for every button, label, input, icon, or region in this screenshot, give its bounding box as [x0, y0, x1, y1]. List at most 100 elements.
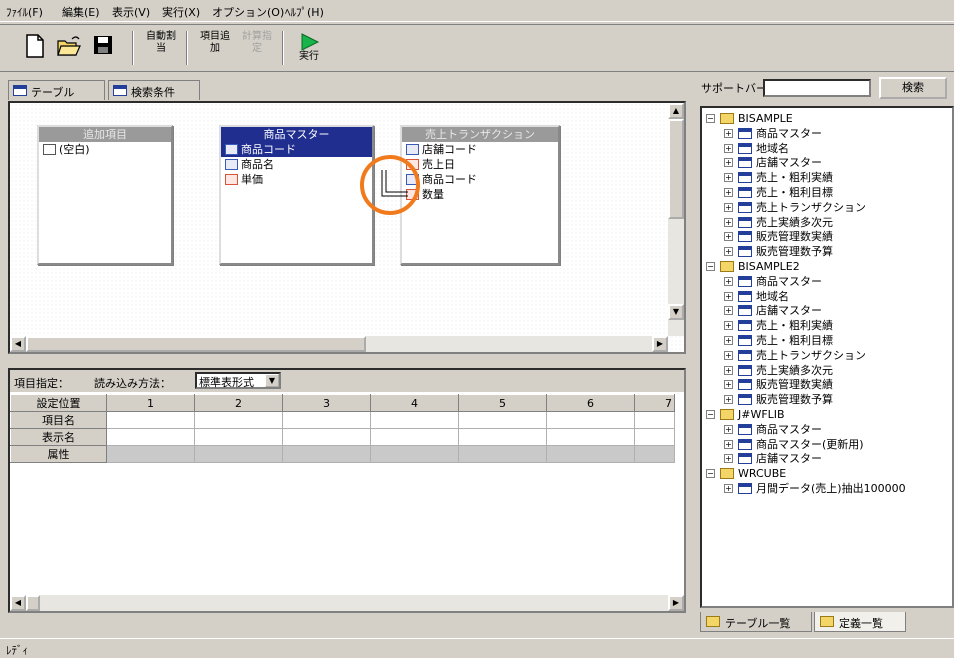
menu-edit[interactable]: 編集(E)	[62, 4, 100, 20]
tab-definition-list[interactable]: 定義一覧	[814, 612, 906, 632]
grid-cell[interactable]	[282, 428, 371, 446]
table-box-additional-items[interactable]: 追加項目 (空白)	[37, 125, 173, 265]
scroll-thumb[interactable]	[26, 595, 40, 611]
scroll-up-button[interactable]: ▲	[668, 103, 684, 119]
collapse-icon[interactable]: −	[706, 410, 715, 419]
scroll-thumb[interactable]	[26, 336, 366, 352]
tree-node-label: 売上・粗利目標	[756, 334, 833, 347]
column-header[interactable]: 1	[106, 394, 195, 412]
open-button[interactable]	[50, 31, 88, 67]
grid-horizontal-scrollbar[interactable]: ◀ ▶	[10, 595, 684, 611]
expand-icon[interactable]: +	[724, 321, 733, 331]
tab-table[interactable]: テーブル	[8, 80, 105, 100]
grid-cell[interactable]	[634, 445, 675, 463]
table-tree[interactable]: − BISAMPLE + 商品マスター + 地域名 + 店舗マスター + 売上・粗利実績 + 売上・粗…	[700, 106, 954, 608]
grid-cell[interactable]	[194, 411, 283, 429]
scroll-down-button[interactable]: ▼	[668, 304, 684, 320]
expand-icon[interactable]: +	[724, 173, 733, 183]
tab-table-list[interactable]: テーブル一覧	[700, 612, 812, 632]
table-field[interactable]: (空白)	[39, 142, 171, 157]
menu-options[interactable]: オプション(O)	[212, 4, 284, 20]
expand-icon[interactable]: +	[724, 202, 733, 212]
expand-icon[interactable]: +	[724, 232, 733, 242]
support-search-button[interactable]: 検索	[879, 77, 947, 99]
run-button[interactable]: 実行	[290, 31, 328, 67]
grid-cell[interactable]	[546, 428, 635, 446]
table-box-title: 追加項目	[39, 127, 171, 142]
collapse-icon[interactable]: −	[706, 262, 715, 271]
field-name: 店舗コード	[422, 143, 477, 156]
table-designer-canvas[interactable]: 追加項目 (空白) 商品マスター 商品コード 商品名 単価 売上トランザクション…	[8, 101, 686, 354]
grid-cell[interactable]	[634, 428, 675, 446]
menu-help[interactable]: ﾍﾙﾌﾟ(H)	[285, 4, 324, 20]
grid-cell[interactable]	[370, 428, 459, 446]
expand-icon[interactable]: +	[724, 336, 733, 345]
expand-icon[interactable]: +	[724, 395, 733, 405]
grid-cell[interactable]	[458, 445, 547, 463]
grid-cell[interactable]	[546, 445, 635, 463]
expand-icon[interactable]: +	[724, 217, 733, 227]
grid-cell[interactable]	[458, 411, 547, 429]
menu-view[interactable]: 表示(V)	[112, 4, 150, 20]
grid-cell[interactable]	[634, 411, 675, 429]
grid-cell[interactable]	[370, 445, 459, 463]
table-icon	[738, 246, 752, 258]
grid-cell[interactable]	[106, 428, 195, 446]
dropdown-arrow-icon[interactable]: ▼	[265, 374, 279, 387]
menu-run[interactable]: 実行(X)	[162, 4, 200, 20]
grid-cell[interactable]	[194, 445, 283, 463]
expand-icon[interactable]: +	[724, 380, 733, 390]
expand-icon[interactable]: +	[724, 454, 733, 464]
column-header[interactable]: 3	[282, 394, 371, 412]
designer-horizontal-scrollbar[interactable]: ◀ ▶	[10, 336, 668, 352]
grid-cell[interactable]	[370, 411, 459, 429]
expand-icon[interactable]: +	[724, 365, 733, 375]
expand-icon[interactable]: +	[724, 350, 733, 360]
column-header[interactable]: 5	[458, 394, 547, 412]
column-header[interactable]: 4	[370, 394, 459, 412]
expand-icon[interactable]: +	[724, 424, 733, 434]
collapse-icon[interactable]: −	[706, 469, 715, 479]
auto-assign-button[interactable]: 自動割当	[142, 31, 180, 67]
expand-icon[interactable]: +	[724, 128, 733, 138]
expand-icon[interactable]: +	[724, 291, 733, 301]
expand-icon[interactable]: +	[724, 306, 733, 316]
grid-cell[interactable]	[282, 445, 371, 463]
grid-cell[interactable]	[106, 411, 195, 429]
grid-cell[interactable]	[194, 428, 283, 446]
scroll-left-button[interactable]: ◀	[10, 336, 26, 352]
tab-search-conditions[interactable]: 検索条件	[108, 80, 200, 100]
new-button[interactable]	[16, 31, 54, 67]
grid-cell[interactable]	[458, 428, 547, 446]
support-search-input[interactable]	[763, 79, 871, 97]
expand-icon[interactable]: +	[724, 247, 733, 257]
scroll-thumb[interactable]	[668, 119, 684, 219]
column-header[interactable]: 7	[634, 394, 675, 412]
expand-icon[interactable]: +	[724, 439, 733, 449]
panel-splitter[interactable]	[8, 361, 686, 367]
save-button[interactable]	[84, 31, 122, 67]
expand-icon[interactable]: +	[724, 484, 733, 493]
designer-vertical-scrollbar[interactable]: ▲ ▼	[668, 103, 684, 336]
expand-icon[interactable]: +	[724, 276, 733, 286]
collapse-icon[interactable]: −	[706, 114, 715, 123]
calc-spec-button[interactable]: 計算指定	[238, 31, 276, 67]
menu-file[interactable]: ﾌｧｲﾙ(F)	[6, 4, 43, 20]
folder-icon	[720, 113, 734, 124]
load-method-select[interactable]: 標準表形式 ▼	[195, 372, 281, 389]
support-bar-label: サポートバー	[701, 82, 767, 95]
expand-icon[interactable]: +	[724, 158, 733, 168]
add-item-button[interactable]: 項目追加	[196, 31, 234, 67]
table-icon	[738, 349, 752, 361]
grid-cell[interactable]	[282, 411, 371, 429]
scroll-right-button[interactable]: ▶	[652, 336, 668, 352]
column-header[interactable]: 6	[546, 394, 635, 412]
scroll-right-button[interactable]: ▶	[668, 595, 684, 611]
expand-icon[interactable]: +	[724, 188, 733, 197]
grid-cell[interactable]	[546, 411, 635, 429]
expand-icon[interactable]: +	[724, 143, 733, 153]
column-header[interactable]: 2	[194, 394, 283, 412]
tree-node-label: 店舗マスター	[756, 156, 822, 170]
grid-cell[interactable]	[106, 445, 195, 463]
scroll-left-button[interactable]: ◀	[10, 595, 26, 611]
